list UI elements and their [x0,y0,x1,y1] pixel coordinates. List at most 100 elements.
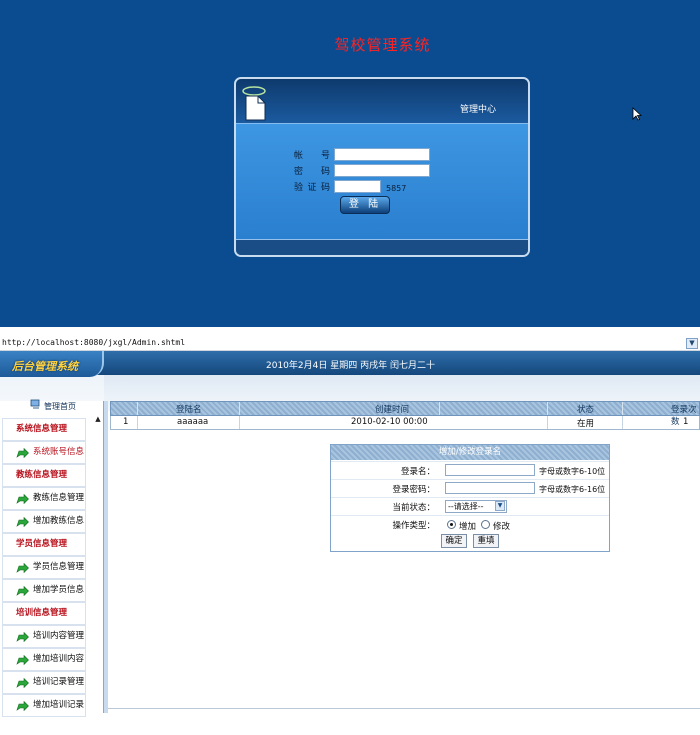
row-divider [622,416,623,429]
sidebar-item-label: 培训信息管理 [16,608,68,618]
sidebar-item-label: 增加教练信息 [33,516,85,526]
column-header-created: 创建时间 [375,405,410,415]
password-input[interactable] [445,482,535,494]
sidebar-heading: 教练信息管理 [2,464,86,487]
main-content: 登陆名 创建时间 状态 登录次数 1 aaaaaa 2010-02-10 00:… [108,401,700,713]
sidebar-home[interactable]: 管理首页 [0,399,103,413]
mouse-cursor-icon [632,107,642,121]
sidebar-item[interactable]: 系统账号信息 [2,441,86,464]
operation-edit-radio[interactable] [481,520,490,529]
arrow-icon [16,678,29,688]
chevron-down-icon[interactable]: ▼ [495,501,505,511]
status-label: 当前状态： [392,503,435,513]
form-row-password: 登录密码： 字母或数字6-16位 [331,479,609,497]
account-input[interactable] [334,148,430,161]
header-logo-box: 后台管理系统 [0,351,104,377]
scroll-up-icon[interactable]: ▲ [93,414,103,424]
operation-add-label[interactable]: 增加 [459,520,476,532]
sidebar-item-label: 增加培训记录 [33,700,85,710]
password-label: 密 码 [294,167,330,177]
column-divider [239,402,240,415]
address-bar[interactable]: http://localhost:8080/jxgl/Admin.shtml ▼ [0,337,700,351]
sidebar-item-label: 学员信息管理 [16,539,68,549]
login-button[interactable]: 登 陆 [340,196,390,214]
column-divider [622,402,623,415]
password-label: 登录密码： [392,485,435,495]
sidebar-heading: 培训信息管理 [2,602,86,625]
document-logo-icon [242,86,266,121]
sidebar-item-label: 系统信息管理 [16,424,68,434]
admin-screen: http://localhost:8080/jxgl/Admin.shtml ▼… [0,335,700,735]
login-screen: 驾校管理系统 管理中心 帐 号 密 码 验证码 5857 登 陆 [0,0,700,327]
arrow-icon [16,701,29,711]
arrow-icon [16,632,29,642]
arrow-icon [16,494,29,504]
row-created: 2010-02-10 00:00 [351,417,428,427]
sidebar-item[interactable]: 增加培训内容 [2,648,86,671]
operation-label: 操作类型： [392,521,435,531]
sidebar-item-label: 系统账号信息 [33,447,85,457]
arrow-icon [16,655,29,665]
login-name-label: 登录名： [400,467,435,477]
sidebar-item[interactable]: 学员信息管理 [2,556,86,579]
login-form: 帐 号 密 码 验证码 [236,123,528,239]
column-header-status: 状态 [577,405,595,415]
column-header-login-name: 登陆名 [176,405,202,415]
form-row-status: 当前状态： --请选择-- ▼ [331,497,609,515]
sidebar-item-label: 教练信息管理 [16,470,68,480]
reset-button[interactable]: 重填 [473,534,499,548]
column-divider [137,402,138,415]
arrow-icon [16,563,29,573]
login-panel: 管理中心 帐 号 密 码 验证码 5857 登 陆 [234,77,530,257]
login-name-hint: 字母或数字6-10位 [539,467,606,476]
row-divider [547,416,548,429]
arrow-icon [16,517,29,527]
table-row[interactable]: 1 aaaaaa 2010-02-10 00:00 在用 1 [110,416,700,430]
form-row-login-name: 登录名： 字母或数字6-10位 [331,461,609,479]
login-panel-header: 管理中心 [236,79,528,123]
form-row-operation: 操作类型： 增加 修改 [331,515,609,533]
sidebar-item[interactable]: 增加学员信息 [2,579,86,602]
address-dropdown-icon[interactable]: ▼ [686,338,698,349]
form-title: 增加/修改登录名 [331,445,609,460]
captcha-label: 验证码 [294,183,330,193]
sidebar-item-label: 培训记录管理 [33,677,85,687]
sidebar-item[interactable]: 增加教练信息 [2,510,86,533]
login-name-form: 增加/修改登录名 登录名： 字母或数字6-10位 登录密码： 字母或数字6-16… [330,444,610,552]
arrow-icon [16,586,29,596]
sidebar-item-label: 培训内容管理 [33,631,85,641]
row-divider [137,416,138,429]
row-login-count: 1 [683,417,689,427]
column-divider [439,402,440,415]
system-title: 驾校管理系统 [334,36,431,54]
sidebar-item[interactable]: 培训内容管理 [2,625,86,648]
operation-add-radio[interactable] [447,520,456,529]
ok-button[interactable]: 确定 [441,534,467,548]
address-url[interactable]: http://localhost:8080/jxgl/Admin.shtml [2,338,185,347]
header-date: 2010年2月4日 星期四 丙戌年 闰七月二十 [266,361,435,371]
row-index: 1 [123,417,129,427]
row-status: 在用 [577,419,595,429]
sidebar-item-label: 增加学员信息 [33,585,85,595]
sidebar-heading: 系统信息管理 [2,418,86,441]
computer-icon [30,399,40,409]
row-divider [239,416,240,429]
bottom-divider [108,708,700,709]
login-name-input[interactable] [445,464,535,476]
sidebar-heading: 学员信息管理 [2,533,86,556]
header-logo: 后台管理系统 [12,360,78,373]
sidebar-item[interactable]: 培训记录管理 [2,671,86,694]
column-divider [547,402,548,415]
password-input[interactable] [334,164,430,177]
header-band: 2010年2月4日 星期四 丙戌年 闰七月二十 [0,351,700,375]
sidebar-item-label: 教练信息管理 [33,493,85,503]
sidebar-home-label[interactable]: 管理首页 [44,401,76,412]
operation-edit-label[interactable]: 修改 [493,520,510,532]
sidebar-item-label: 增加培训内容 [33,654,85,664]
captcha-input[interactable] [334,180,381,193]
sidebar-item[interactable]: 增加培训记录 [2,694,86,717]
account-label: 帐 号 [294,151,330,161]
sidebar: 管理首页 ▲ 系统信息管理 系统账号信息 教练信息管理 教练信息管理 增加教练信息 学员信… [0,399,104,717]
sidebar-item[interactable]: 教练信息管理 [2,487,86,510]
table-header: 登陆名 创建时间 状态 登录次数 [110,401,700,427]
